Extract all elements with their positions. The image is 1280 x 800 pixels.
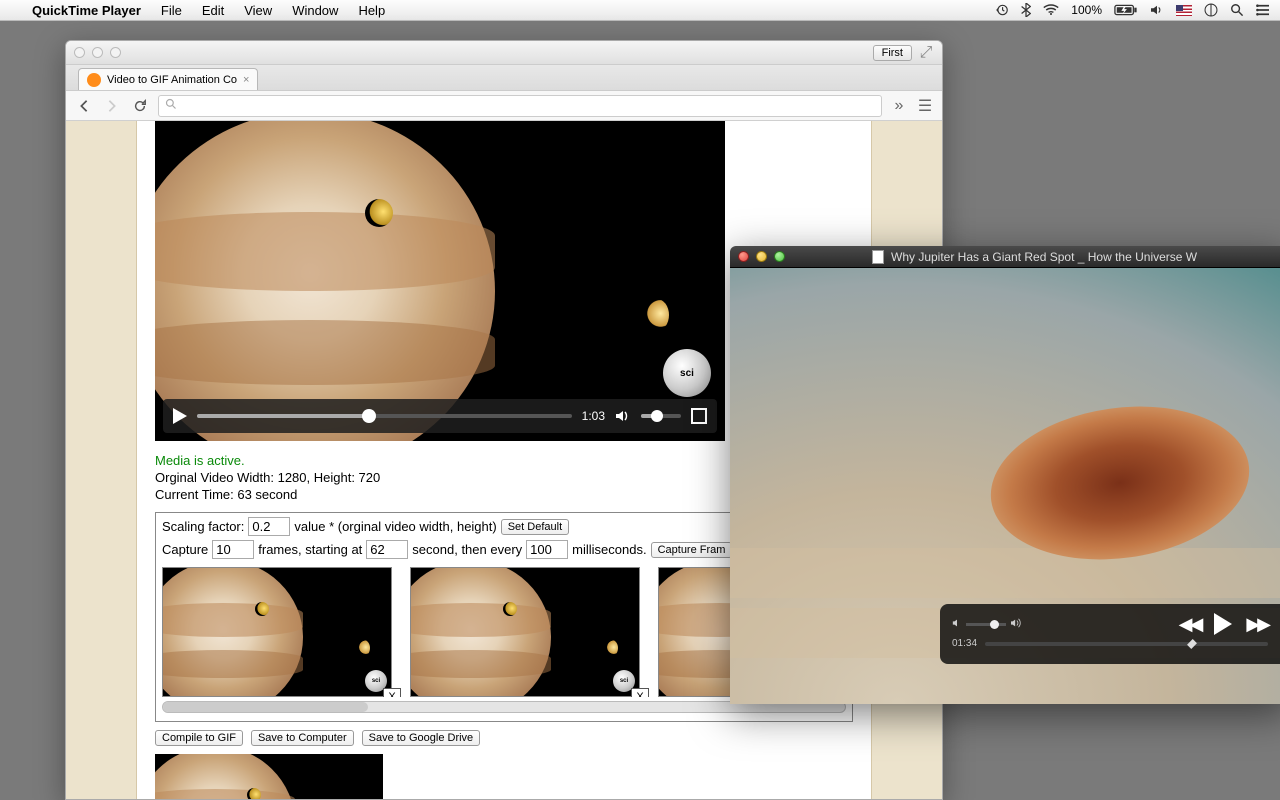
quicktime-titlebar[interactable]: Why Jupiter Has a Giant Red Spot _ How t… xyxy=(730,246,1280,268)
video-player[interactable]: sci 1:03 xyxy=(155,121,725,441)
qt-volume[interactable] xyxy=(952,618,1022,631)
qt-current-time: 01:34 xyxy=(952,638,977,649)
reload-button[interactable] xyxy=(130,96,150,116)
rewind-button[interactable]: ◀◀ xyxy=(1179,614,1201,635)
interval-input[interactable] xyxy=(526,540,568,559)
save-drive-button[interactable]: Save to Google Drive xyxy=(362,730,481,746)
menubar: QuickTime Player File Edit View Window H… xyxy=(0,0,1280,21)
notification-icon[interactable] xyxy=(1250,4,1280,16)
menu-help[interactable]: Help xyxy=(348,3,395,18)
favicon-icon xyxy=(87,73,101,87)
capture-frames-button[interactable]: Capture Fram xyxy=(651,542,733,558)
address-bar[interactable] xyxy=(158,95,882,117)
quicktime-title: Why Jupiter Has a Giant Red Spot _ How t… xyxy=(891,250,1197,264)
tab-title: Video to GIF Animation Co xyxy=(107,74,237,86)
forward-button[interactable] xyxy=(102,96,122,116)
set-default-button[interactable]: Set Default xyxy=(501,519,569,535)
minimize-icon[interactable] xyxy=(92,47,103,58)
app-name[interactable]: QuickTime Player xyxy=(22,3,151,18)
thumbnail-remove-button[interactable]: X xyxy=(631,688,649,697)
bluetooth-icon[interactable] xyxy=(1015,3,1037,17)
second-label: second, then every xyxy=(412,542,522,557)
menu-window[interactable]: Window xyxy=(282,3,348,18)
minimize-icon[interactable] xyxy=(756,251,767,262)
thumbnail-item[interactable]: sci X xyxy=(410,567,640,697)
document-icon xyxy=(872,250,884,264)
volume-icon[interactable] xyxy=(1144,4,1170,16)
first-button[interactable]: First xyxy=(873,45,912,61)
play-button[interactable] xyxy=(1214,613,1232,635)
fullscreen-button[interactable] xyxy=(691,408,707,424)
menu-icon[interactable]: ☰ xyxy=(916,96,934,116)
volume-slider[interactable] xyxy=(641,414,681,418)
fast-forward-button[interactable]: ▶▶ xyxy=(1246,614,1268,635)
video-controls: 1:03 xyxy=(163,399,717,433)
traffic-lights[interactable] xyxy=(74,47,121,58)
compile-gif-button[interactable]: Compile to GIF xyxy=(155,730,243,746)
thumbnail-remove-button[interactable]: X xyxy=(383,688,401,697)
gif-preview xyxy=(155,754,383,799)
frames-label: frames, starting at xyxy=(258,542,362,557)
flag-icon[interactable] xyxy=(1170,5,1198,16)
search-icon xyxy=(165,98,177,113)
close-icon[interactable] xyxy=(738,251,749,262)
volume-icon[interactable] xyxy=(615,409,631,423)
timemachine-icon[interactable] xyxy=(989,3,1015,17)
thumbnail-item[interactable]: sci X xyxy=(162,567,392,697)
overflow-icon[interactable]: » xyxy=(890,97,908,115)
scaling-label: Scaling factor: xyxy=(162,519,244,534)
spotlight-icon[interactable] xyxy=(1224,3,1250,17)
tab-close-icon[interactable]: × xyxy=(243,74,249,86)
scaling-input[interactable] xyxy=(248,517,290,536)
volume-high-icon xyxy=(1010,618,1022,631)
battery-icon[interactable] xyxy=(1108,4,1144,16)
browser-toolbar: » ☰ xyxy=(66,91,942,121)
menu-view[interactable]: View xyxy=(234,3,282,18)
fullscreen-icon[interactable]: ⤢ xyxy=(918,45,934,61)
battery-percent[interactable]: 100% xyxy=(1065,3,1108,17)
wifi-icon[interactable] xyxy=(1037,4,1065,16)
progress-slider[interactable] xyxy=(197,414,572,418)
quicktime-controls: ◀◀ ▶▶ 01:34 xyxy=(940,604,1280,664)
menu-file[interactable]: File xyxy=(151,3,192,18)
video-frame: sci xyxy=(155,121,725,441)
capture-label: Capture xyxy=(162,542,208,557)
volume-low-icon xyxy=(952,618,962,631)
menu-edit[interactable]: Edit xyxy=(192,3,234,18)
action-buttons: Compile to GIF Save to Computer Save to … xyxy=(155,730,853,746)
start-input[interactable] xyxy=(366,540,408,559)
ms-label: milliseconds. xyxy=(572,542,646,557)
scaling-suffix: value * (orginal video width, height) xyxy=(294,519,496,534)
sci-badge: sci xyxy=(663,349,711,397)
tab-active[interactable]: Video to GIF Animation Co × xyxy=(78,68,258,90)
tab-bar: Video to GIF Animation Co × xyxy=(66,65,942,91)
qt-progress-slider[interactable] xyxy=(985,642,1268,646)
save-computer-button[interactable]: Save to Computer xyxy=(251,730,354,746)
quicktime-content[interactable]: ◀◀ ▶▶ 01:34 xyxy=(730,268,1280,704)
browser-titlebar: First ⤢ xyxy=(66,41,942,65)
zoom-icon[interactable] xyxy=(774,251,785,262)
frames-input[interactable] xyxy=(212,540,254,559)
play-button[interactable] xyxy=(173,408,187,424)
quicktime-window: Why Jupiter Has a Giant Red Spot _ How t… xyxy=(730,246,1280,704)
qt-volume-slider[interactable] xyxy=(966,623,1006,626)
back-button[interactable] xyxy=(74,96,94,116)
zoom-icon[interactable] xyxy=(110,47,121,58)
video-time: 1:03 xyxy=(582,409,605,423)
help-icon[interactable] xyxy=(1198,3,1224,17)
close-icon[interactable] xyxy=(74,47,85,58)
